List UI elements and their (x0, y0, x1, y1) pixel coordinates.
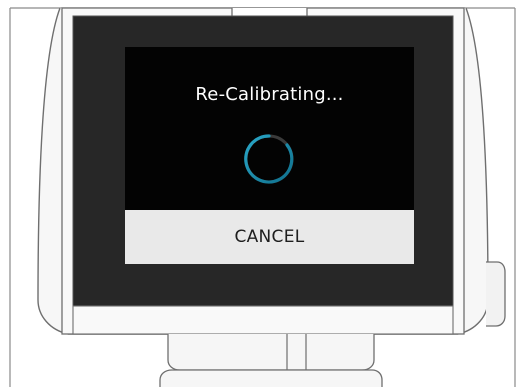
recalibrating-dialog: Re-Calibrating... CANCEL (125, 47, 414, 264)
loading-spinner-icon (244, 134, 294, 184)
dialog-title: Re-Calibrating... (195, 84, 344, 105)
cancel-button[interactable]: CANCEL (125, 210, 414, 264)
device-illustration: Re-Calibrating... CANCEL (0, 0, 525, 387)
